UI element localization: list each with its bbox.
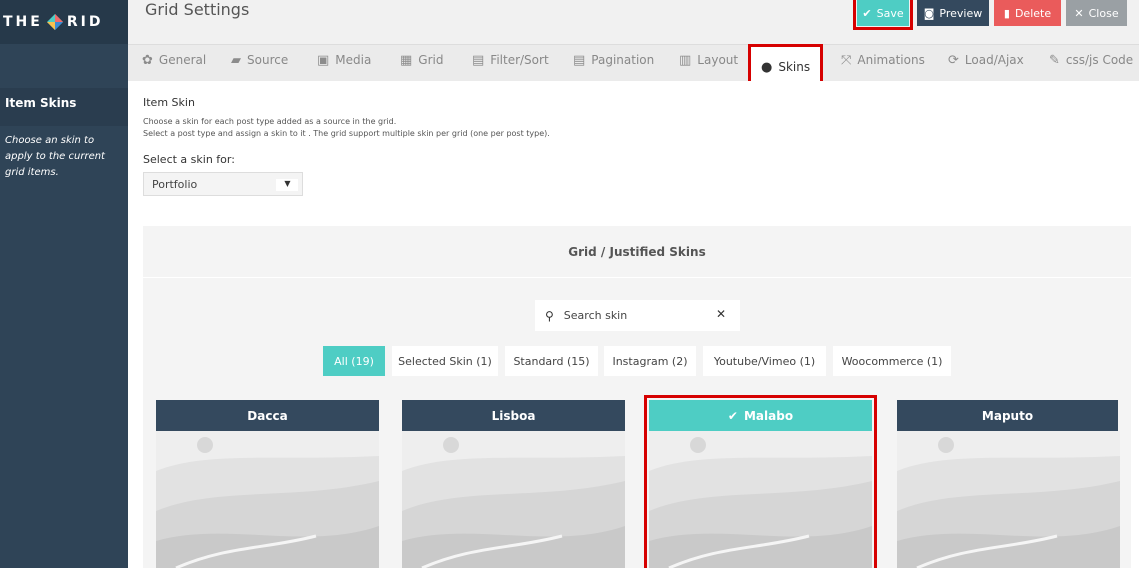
tab-label: Pagination — [591, 53, 655, 67]
item-skin-title: Item Skin — [143, 96, 195, 109]
skin-card-name: Lisboa — [491, 408, 536, 423]
skin-card-name: Dacca — [247, 408, 288, 423]
search-icon: ⚲ — [545, 308, 554, 323]
filter-standard[interactable]: Standard (15) — [505, 346, 598, 376]
tab-label: General — [158, 53, 207, 67]
close-button[interactable]: ✕ Close — [1066, 0, 1127, 26]
post-type-select[interactable]: Portfolio ▼ — [143, 172, 303, 196]
item-skin-description-line: Choose a skin for each post type added a… — [143, 117, 397, 126]
skin-preview-image — [649, 431, 872, 568]
search-skin-placeholder: Search skin — [563, 309, 628, 322]
main-content: Item Skin Choose a skin for each post ty… — [128, 81, 1139, 568]
tab-label: Filter/Sort — [490, 53, 549, 67]
skins-panel: Grid / Justified Skins ⚲ Search skin ✕ A… — [143, 226, 1131, 568]
tab-label: Grid — [418, 53, 444, 67]
sidebar-section-description: Choose an skin to apply to the current g… — [5, 135, 105, 178]
filter-label: Youtube/Vimeo (1) — [713, 354, 816, 368]
layout-icon: ▥ — [679, 52, 692, 68]
tab-layout[interactable]: ▥ Layout — [679, 45, 738, 75]
tab-grid[interactable]: ▦ Grid — [400, 45, 443, 75]
preview-button[interactable]: ◙ Preview — [917, 0, 989, 26]
close-label: Close — [1088, 6, 1119, 20]
page-title: Grid Settings — [145, 0, 250, 19]
skin-preview-image — [897, 431, 1120, 568]
delete-button[interactable]: ▮ Delete — [994, 0, 1061, 26]
filter-woocommerce[interactable]: Woocommerce (1) — [833, 346, 951, 376]
tab-load-ajax[interactable]: ⟳ Load/Ajax — [948, 45, 1024, 75]
tab-general[interactable]: ✿ General — [142, 45, 206, 75]
save-label: Save — [876, 6, 904, 20]
trash-icon: ▮ — [1003, 6, 1010, 20]
item-skin-description-line: Select a post type and assign a skin to … — [143, 129, 550, 138]
tab-css-js-code[interactable]: ✎ css/js Code — [1049, 45, 1133, 75]
close-icon: ✕ — [1074, 6, 1084, 20]
left-sidebar: THE RID Item Skins Choose an skin to app… — [0, 0, 128, 568]
filter-label: Woocommerce (1) — [841, 354, 943, 368]
skin-card-name: Malabo — [743, 408, 794, 423]
eye-icon: ◙ — [923, 6, 935, 20]
logo-text-right: RID — [66, 14, 104, 30]
filter-selected-skin[interactable]: Selected Skin (1) — [392, 346, 498, 376]
skin-card-name: Maputo — [981, 408, 1034, 423]
check-icon: ✔ — [862, 6, 872, 20]
filter-instagram[interactable]: Instagram (2) — [604, 346, 696, 376]
logo-mark-icon — [46, 13, 64, 31]
skin-card-maputo[interactable]: Maputo — [897, 400, 1120, 568]
tab-label: Source — [247, 53, 289, 67]
skins-panel-title: Grid / Justified Skins — [143, 226, 1131, 278]
tab-label: Media — [335, 53, 372, 67]
item-skin-description: Choose a skin for each post type added a… — [143, 116, 743, 140]
settings-tabs: ✿ General ▰ Source ▣ Media ▦ Grid ▤ Filt… — [128, 44, 1139, 90]
tab-source[interactable]: ▰ Source — [231, 45, 288, 75]
filter-label: Selected Skin (1) — [398, 354, 492, 368]
skin-card-header: Lisboa — [402, 400, 625, 431]
skin-card-header: Maputo — [897, 400, 1118, 431]
clear-search-icon[interactable]: ✕ — [716, 307, 726, 321]
gear-icon: ✿ — [142, 52, 153, 68]
logo-text-left: THE — [3, 14, 43, 30]
folder-icon: ▰ — [231, 52, 241, 68]
save-button[interactable]: ✔ Save — [853, 0, 913, 30]
tab-label: Skins — [778, 60, 811, 74]
post-type-select-value: Portfolio — [152, 177, 198, 191]
chevron-down-icon: ▼ — [276, 179, 298, 191]
tab-media[interactable]: ▣ Media — [317, 45, 371, 75]
grid-icon: ▦ — [400, 52, 413, 68]
filter-label: Instagram (2) — [612, 354, 688, 368]
filter-youtube-vimeo[interactable]: Youtube/Vimeo (1) — [703, 346, 826, 376]
pagination-icon: ▤ — [573, 52, 586, 68]
tab-label: Layout — [697, 53, 739, 67]
filter-label: Standard (15) — [513, 354, 590, 368]
image-icon: ▣ — [317, 52, 330, 68]
tab-label: Animations — [857, 53, 925, 67]
palette-icon: ● — [761, 59, 773, 75]
page-header: Grid Settings ✔ Save ◙ Preview ▮ Delete … — [128, 0, 1139, 44]
tab-label: css/js Code — [1065, 53, 1134, 67]
check-icon: ✔ — [727, 408, 738, 423]
skin-preview-image — [156, 431, 379, 568]
skin-preview-image — [402, 431, 625, 568]
animations-icon: ⤧ — [841, 52, 852, 68]
tab-label: Load/Ajax — [964, 53, 1024, 67]
skin-for-label: Select a skin for: — [143, 153, 235, 166]
sidebar-section-title: Item Skins — [0, 88, 128, 126]
filter-label: All (19) — [334, 354, 374, 368]
skin-card-header: Dacca — [156, 400, 379, 431]
brand-logo[interactable]: THE RID — [0, 0, 128, 44]
skin-card-malabo[interactable]: ✔ Malabo — [644, 395, 877, 568]
tab-animations[interactable]: ⤧ Animations — [841, 45, 925, 75]
wrench-icon: ✎ — [1049, 52, 1060, 68]
tab-filter-sort[interactable]: ▤ Filter/Sort — [472, 45, 549, 75]
tab-pagination[interactable]: ▤ Pagination — [573, 45, 654, 75]
delete-label: Delete — [1014, 6, 1052, 20]
skin-card-header: ✔ Malabo — [649, 400, 872, 431]
preview-label: Preview — [939, 6, 983, 20]
filter-icon: ▤ — [472, 52, 485, 68]
skin-card-dacca[interactable]: Dacca — [156, 400, 379, 568]
filter-all[interactable]: All (19) — [323, 346, 385, 376]
search-skin-input[interactable]: ⚲ Search skin ✕ — [535, 300, 740, 331]
refresh-icon: ⟳ — [948, 52, 959, 68]
skin-card-lisboa[interactable]: Lisboa — [402, 400, 625, 568]
